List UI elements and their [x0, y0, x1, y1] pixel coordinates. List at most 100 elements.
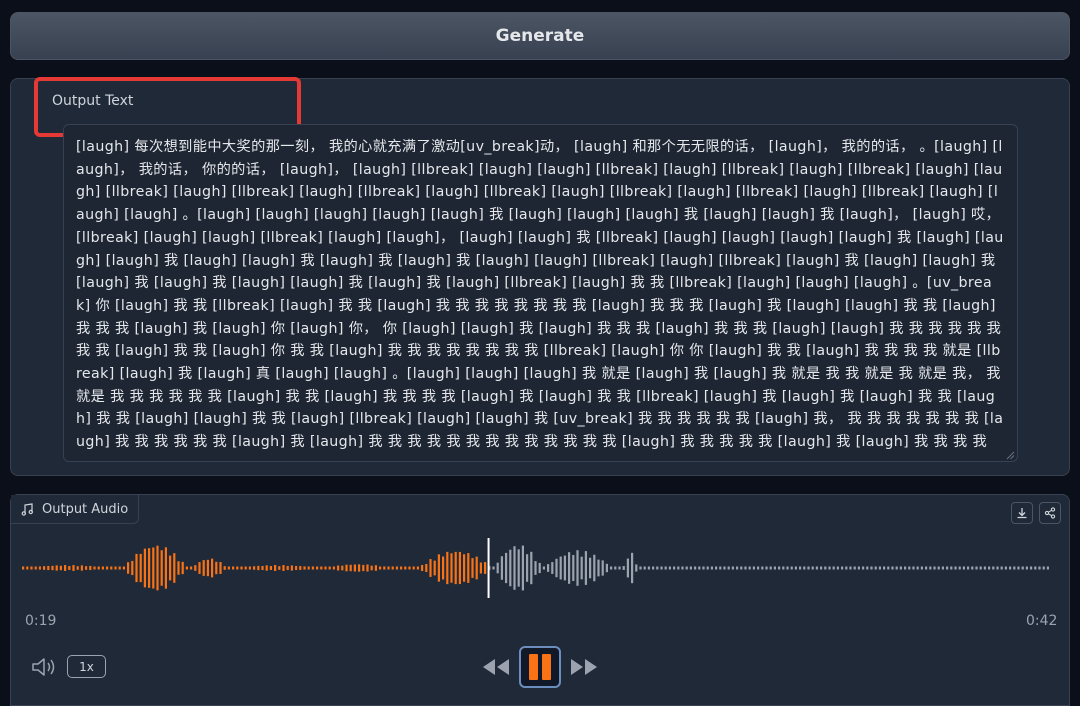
waveform-bar	[723, 566, 726, 570]
waveform-bar	[677, 566, 680, 570]
download-button[interactable]	[1011, 502, 1033, 524]
waveform-bar	[694, 566, 697, 570]
waveform-bar	[127, 562, 130, 574]
waveform-bar	[374, 565, 377, 571]
playback-speed-button[interactable]: 1x	[67, 655, 106, 678]
pause-button[interactable]	[519, 646, 561, 688]
waveform-bar	[484, 562, 487, 574]
waveform-bar	[517, 549, 520, 587]
fast-forward-button[interactable]	[570, 656, 598, 678]
waveform-bar	[702, 566, 705, 570]
waveform-bar	[547, 564, 550, 572]
waveform-bar	[601, 560, 604, 576]
waveform-bar	[164, 547, 167, 589]
waveform-bar	[799, 566, 802, 570]
waveform-bar	[500, 556, 503, 580]
app-root: Generate Output Text [laugh] 每次想到能中大奖的那一…	[0, 0, 1080, 706]
generate-button[interactable]: Generate	[10, 12, 1070, 60]
waveform-bar	[135, 553, 138, 583]
waveform-bar	[76, 566, 79, 570]
waveform-bar	[223, 566, 226, 570]
waveform-bar	[950, 566, 953, 570]
waveform-bar	[257, 565, 260, 571]
waveform-bar	[404, 566, 407, 570]
audio-waveform[interactable]	[22, 530, 1052, 606]
waveform-bar	[400, 566, 403, 570]
waveform-bar	[324, 566, 327, 570]
waveform-bar	[790, 566, 793, 570]
waveform-bar	[559, 556, 562, 580]
waveform-bar	[1017, 566, 1020, 570]
waveform-bar	[185, 566, 188, 570]
waveform-bar	[975, 566, 978, 570]
waveform-bar	[639, 566, 642, 570]
output-audio-label: Output Audio	[42, 501, 129, 517]
waveform-bar	[773, 566, 776, 570]
waveform-bar	[820, 566, 823, 570]
waveform-bar	[442, 556, 445, 580]
waveform-bar	[845, 566, 848, 570]
rewind-button[interactable]	[482, 656, 510, 678]
waveform-bar	[408, 566, 411, 570]
waveform-bar	[181, 561, 184, 575]
output-text-area[interactable]: [laugh] 每次想到能中大奖的那一刻， 我的心就充满了激动[uv_break…	[63, 124, 1018, 462]
waveform-bar	[769, 566, 772, 570]
pause-icon	[529, 654, 538, 680]
waveform-bar	[433, 560, 436, 576]
waveform-bar	[26, 566, 29, 570]
waveform-bar	[1034, 566, 1037, 570]
waveform-bar	[971, 566, 974, 570]
current-time: 0:19	[25, 613, 57, 629]
waveform-bar	[450, 553, 453, 583]
waveform-bar	[698, 566, 701, 570]
waveform-bar	[589, 557, 592, 579]
waveform-bar	[173, 553, 176, 583]
playhead[interactable]	[487, 538, 490, 598]
volume-icon[interactable]	[31, 656, 57, 678]
waveform-bar	[912, 566, 915, 570]
waveform-bar	[883, 566, 886, 570]
waveform-bar	[59, 565, 62, 571]
waveform-bar	[988, 566, 991, 570]
waveform-bar	[748, 566, 751, 570]
waveform-bar	[437, 554, 440, 582]
waveform-bar	[870, 566, 873, 570]
waveform-bar	[580, 556, 583, 580]
waveform-bar	[34, 566, 37, 570]
waveform-bar	[593, 554, 596, 582]
waveform-bar	[47, 565, 50, 571]
waveform-bar	[685, 566, 688, 570]
waveform-bar	[458, 551, 461, 585]
waveform-bar	[274, 565, 277, 571]
waveform-bar	[227, 566, 230, 570]
waveform-bar	[631, 552, 634, 584]
waveform-bar	[353, 564, 356, 572]
waveform-bar	[853, 566, 856, 570]
waveform-bar	[505, 552, 508, 584]
waveform-bar	[1021, 566, 1024, 570]
waveform-bar	[30, 566, 33, 570]
waveform-bar	[757, 566, 760, 570]
waveform-bar	[660, 566, 663, 570]
waveform-bar	[391, 566, 394, 570]
waveform-bar	[849, 566, 852, 570]
waveform-bar	[320, 566, 323, 570]
waveform-bar	[148, 548, 151, 588]
waveform-bar	[929, 566, 932, 570]
waveform-bar	[668, 566, 671, 570]
waveform-bar	[131, 560, 134, 576]
waveform-bar	[43, 566, 46, 570]
waveform-bar	[332, 566, 335, 570]
share-button[interactable]	[1039, 502, 1061, 524]
waveform-bar	[156, 545, 159, 591]
waveform-bar	[492, 566, 495, 570]
resize-grip-icon[interactable]	[1005, 450, 1015, 460]
waveform-bar	[269, 565, 272, 571]
waveform-bar	[1004, 566, 1007, 570]
waveform-bar	[467, 553, 470, 583]
waveform-bar	[752, 566, 755, 570]
waveform-bar	[118, 566, 121, 570]
waveform-bar	[206, 559, 209, 577]
waveform-bar	[807, 566, 810, 570]
waveform-bar	[836, 566, 839, 570]
